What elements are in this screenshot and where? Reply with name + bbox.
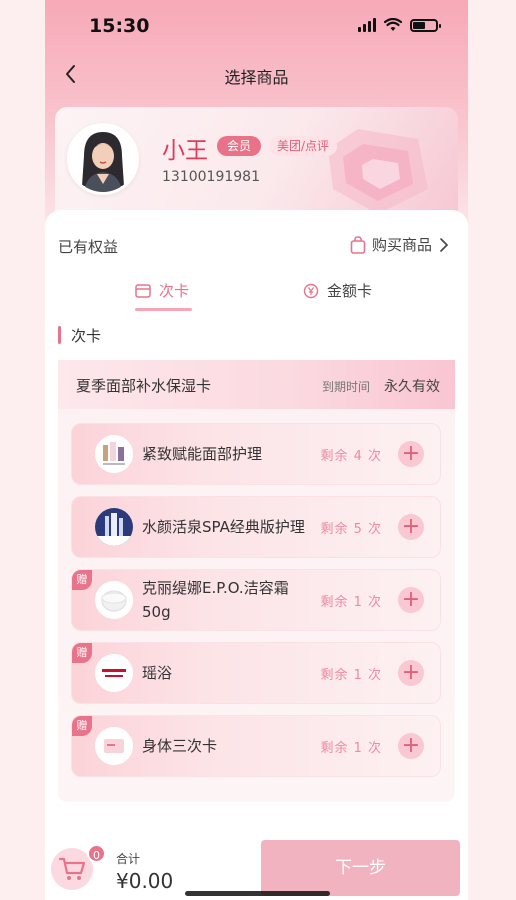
section-title: 次卡 [58,324,101,346]
item-remaining: 剩余 1 次 [320,668,382,683]
avatar [67,123,139,195]
signal-icon [358,18,376,32]
item-remaining: 剩余 1 次 [320,595,382,610]
section-title-label: 次卡 [71,326,102,345]
list-item[interactable]: 赠 克丽缇娜E.P.O.洁容霜50g 剩余 1 次 + [71,569,441,631]
item-name: 身体三次卡 [142,737,218,755]
card-icon [135,283,151,298]
list-item[interactable]: 紧致赋能面部护理 剩余 4 次 + [71,423,441,485]
tab-amount-card[interactable]: 金额卡 [303,280,372,301]
item-remaining: 剩余 1 次 [320,741,382,756]
add-icon[interactable]: + [398,587,424,613]
total-label: 合计 [116,852,141,866]
item-name: 克丽缇娜E.P.O.洁容霜50g [142,579,289,621]
status-time: 15:30 [89,15,150,37]
status-bar: 15:30 [45,0,468,50]
cart-button[interactable]: 0 [51,844,106,890]
source-badge: 美团/点评 [269,136,338,156]
next-step-button[interactable]: 下一步 [261,840,460,896]
cart-icon [58,857,86,880]
nav-bar: 选择商品 [45,58,468,92]
card-thumbnail [95,727,133,765]
list-item[interactable]: 水颜活泉SPA经典版护理 剩余 5 次 + [71,496,441,558]
add-icon[interactable]: + [398,514,424,540]
list-item[interactable]: 赠 身体三次卡 剩余 1 次 + [71,715,441,777]
tab-times-card-label: 次卡 [159,282,190,300]
member-card: 小王 会员 美团/点评 13100191981 [55,107,458,225]
yen-coin-icon [303,283,319,298]
card-header: 夏季面部补水保湿卡 到期时间 永久有效 [58,360,455,409]
product-thumbnail [95,581,133,619]
product-thumbnail [95,508,133,546]
product-thumbnail [95,435,133,473]
add-icon[interactable]: + [398,733,424,759]
add-icon[interactable]: + [398,441,424,467]
tab-times-card[interactable]: 次卡 [135,280,189,301]
tab-bar: 次卡 金额卡 [45,280,468,314]
total-value: ¥0.00 [116,869,174,893]
item-remaining: 剩余 5 次 [320,522,382,537]
battery-icon [410,18,441,32]
tab-underline [135,308,192,311]
times-card-group: 夏季面部补水保湿卡 到期时间 永久有效 紧致赋能面部护理 剩余 4 次 + 水颜… [58,360,455,802]
chevron-right-icon [440,237,449,252]
member-phone: 13100191981 [162,169,260,185]
member-name: 小王 [162,138,208,164]
expire-value: 永久有效 [384,379,440,395]
buy-goods-link[interactable]: 购买商品 [350,234,450,255]
buy-goods-label: 购买商品 [371,236,432,254]
phone-screen: 15:30 选择商品 小王 会员 美团/点评 13100191981 已有权益 … [45,0,468,900]
section-marker [58,326,61,344]
card-name: 夏季面部补水保湿卡 [76,377,212,395]
gift-badge: 赠 [72,570,92,590]
shopping-bag-icon [350,235,366,254]
item-name: 瑶浴 [142,664,173,682]
item-remaining: 剩余 4 次 [320,449,382,464]
gift-badge: 赠 [72,643,92,663]
wifi-icon [384,18,402,31]
add-icon[interactable]: + [398,660,424,686]
home-indicator [185,891,330,896]
member-badge: 会员 [217,136,262,156]
tab-amount-card-label: 金额卡 [327,282,373,300]
item-name: 水颜活泉SPA经典版护理 [142,518,305,536]
list-item[interactable]: 赠 瑶浴 剩余 1 次 + [71,642,441,704]
content-panel: 已有权益 购买商品 次卡 金额卡 次卡 夏季面部补水保湿卡 到期时间 永久有效 … [45,210,468,900]
page-title: 选择商品 [224,68,289,87]
expire-label: 到期时间 [321,380,370,394]
gem-decoration-icon [328,129,428,214]
item-name: 紧致赋能面部护理 [142,445,263,463]
gift-badge: 赠 [72,716,92,736]
rights-label: 已有权益 [58,238,119,256]
checkout-bar: 0 合计 ¥0.00 下一步 [45,840,468,900]
cart-count-badge: 0 [87,844,106,863]
brand-logo [95,654,133,692]
status-icons [358,18,441,32]
